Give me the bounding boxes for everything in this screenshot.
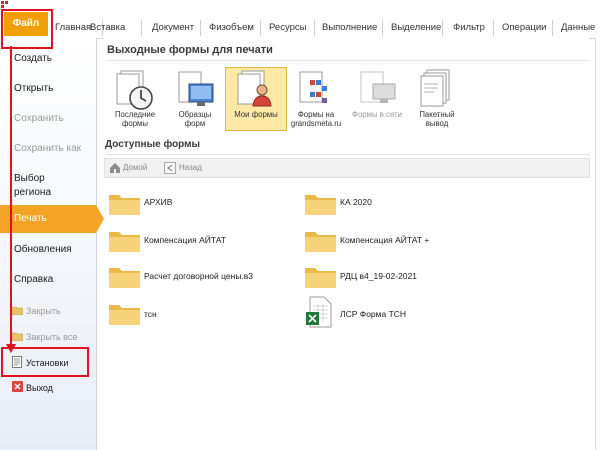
right-pane-edge bbox=[595, 38, 605, 450]
tab-data[interactable]: Данные bbox=[561, 20, 595, 36]
annotation-arrow-line bbox=[10, 46, 12, 346]
form-label-batch: Пакетный вывод bbox=[419, 110, 455, 128]
folder-icon[interactable] bbox=[304, 264, 337, 289]
annotation-box-file bbox=[1, 9, 53, 49]
tab-separator bbox=[493, 20, 494, 36]
menu-close-all[interactable]: Закрыть все bbox=[26, 330, 77, 344]
menu-help[interactable]: Справка bbox=[14, 273, 53, 287]
folder-icon[interactable] bbox=[108, 228, 141, 253]
menu-exit[interactable]: Выход bbox=[26, 381, 53, 395]
tab-separator bbox=[552, 20, 553, 36]
tab-separator bbox=[314, 20, 315, 36]
ribbon-tab-bar: Файл Главная Вставка Документ Физобъем Р… bbox=[0, 0, 605, 39]
menu-print[interactable]: Печать bbox=[14, 212, 47, 226]
tab-insert[interactable]: Вставка bbox=[90, 20, 125, 36]
folder-ka-2020[interactable]: КА 2020 bbox=[340, 197, 372, 207]
form-label-recent: Последние формы bbox=[114, 110, 156, 128]
nav-back[interactable]: Назад bbox=[179, 159, 202, 177]
folder-tsn[interactable]: тсн bbox=[144, 309, 157, 319]
folder-rdc[interactable]: РДЦ в4_19-02-2021 bbox=[340, 271, 417, 281]
tab-separator bbox=[141, 20, 142, 36]
menu-open[interactable]: Открыть bbox=[14, 82, 53, 96]
tab-filter[interactable]: Фильтр bbox=[453, 20, 485, 36]
menu-create[interactable]: Создать bbox=[14, 52, 52, 66]
tab-phys-volume[interactable]: Физобъем bbox=[209, 20, 254, 36]
tab-separator bbox=[382, 20, 383, 36]
section-divider bbox=[106, 154, 590, 155]
menu-select-region-line2[interactable]: региона bbox=[14, 186, 51, 200]
form-label-samples: Образцы форм bbox=[178, 110, 212, 128]
tab-home[interactable]: Главная bbox=[55, 20, 91, 36]
folder-icon[interactable] bbox=[108, 301, 141, 326]
menu-select-region[interactable]: Выбор bbox=[14, 172, 45, 186]
folder-icon[interactable] bbox=[304, 228, 337, 253]
folder-compensation[interactable]: Компенсация АЙТАТ bbox=[144, 235, 226, 245]
menu-close[interactable]: Закрыть bbox=[26, 304, 61, 318]
folder-icon[interactable] bbox=[108, 191, 141, 216]
network-forms-icon[interactable] bbox=[347, 68, 407, 130]
file-lsr-form-tsn[interactable]: ЛСР Форма ТСН bbox=[340, 309, 406, 319]
annotation-box-settings bbox=[1, 347, 89, 377]
tab-operations[interactable]: Операции bbox=[502, 20, 546, 36]
tab-document[interactable]: Документ bbox=[152, 20, 194, 36]
menu-save-as[interactable]: Сохранить как bbox=[14, 142, 81, 156]
my-forms-user-icon[interactable] bbox=[226, 68, 286, 130]
menu-save[interactable]: Сохранить bbox=[14, 112, 64, 126]
tab-separator bbox=[442, 20, 443, 36]
close-all-icon bbox=[12, 331, 23, 341]
output-forms-title: Выходные формы для печати bbox=[107, 44, 273, 56]
home-icon[interactable] bbox=[109, 162, 121, 174]
nav-home[interactable]: Домой bbox=[123, 159, 147, 177]
folder-contract-price[interactable]: Расчет договорной цены.в3 bbox=[144, 271, 253, 281]
tab-execution[interactable]: Выполнение bbox=[322, 20, 377, 36]
tab-separator bbox=[260, 20, 261, 36]
folder-compensation-plus[interactable]: Компенсация АЙТАТ + bbox=[340, 235, 429, 245]
section-divider bbox=[106, 60, 590, 61]
tab-separator bbox=[200, 20, 201, 36]
folder-icon[interactable] bbox=[108, 264, 141, 289]
forms-nav-bar: Домой Назад bbox=[104, 158, 590, 178]
form-label-my-forms: Мои формы bbox=[234, 110, 278, 119]
close-icon bbox=[12, 305, 23, 315]
tab-selection[interactable]: Выделение bbox=[391, 20, 441, 36]
form-label-online: Формы на grandsmeta.ru bbox=[290, 110, 342, 128]
menu-updates[interactable]: Обновления bbox=[14, 243, 72, 257]
back-icon[interactable] bbox=[164, 162, 176, 174]
tab-resources[interactable]: Ресурсы bbox=[269, 20, 306, 36]
folder-archive[interactable]: АРХИВ bbox=[144, 197, 172, 207]
excel-file-icon[interactable] bbox=[306, 296, 334, 328]
form-label-network: Формы в сети bbox=[352, 110, 402, 119]
available-forms-title: Доступные формы bbox=[105, 139, 201, 150]
exit-icon bbox=[12, 381, 23, 392]
folder-icon[interactable] bbox=[304, 191, 337, 216]
